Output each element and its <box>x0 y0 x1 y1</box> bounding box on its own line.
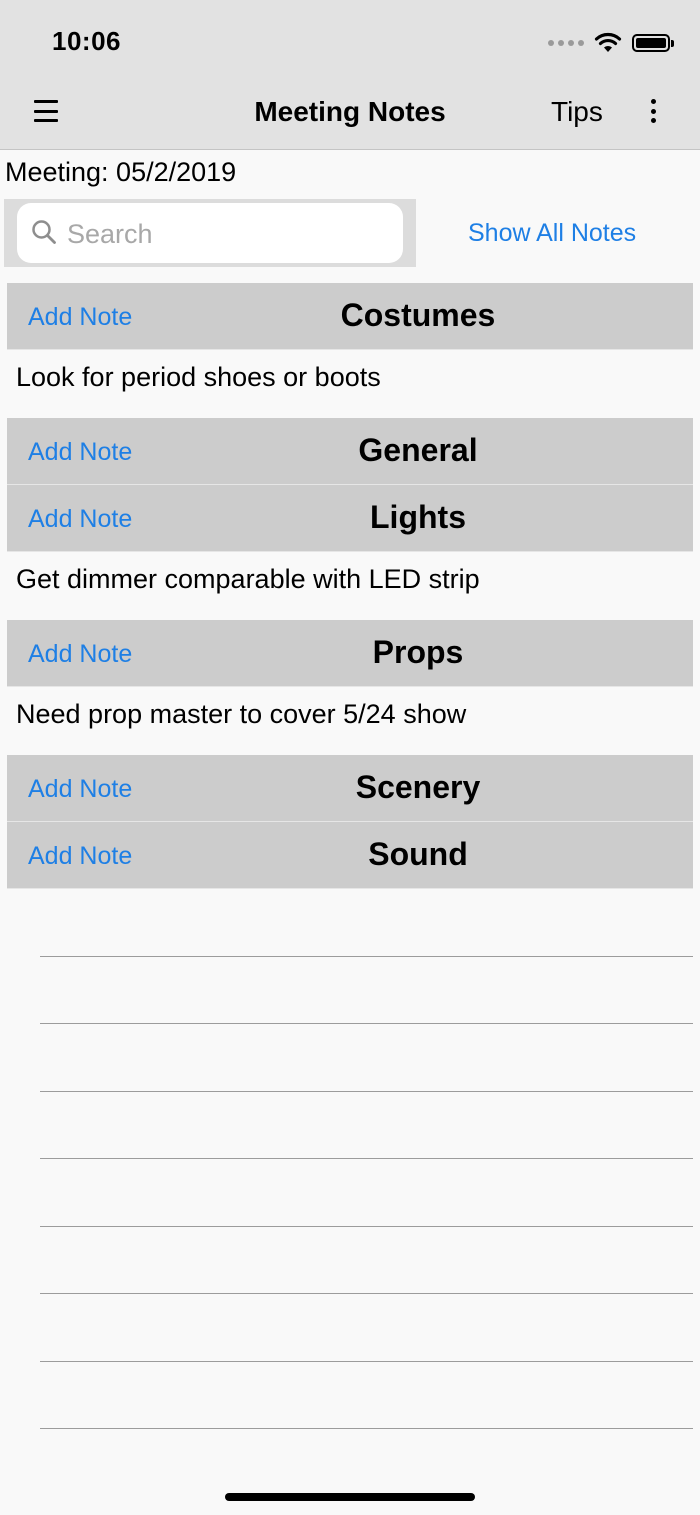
tips-button[interactable]: Tips <box>551 96 603 128</box>
empty-lines <box>40 889 693 1429</box>
show-all-notes-button[interactable]: Show All Notes <box>468 219 636 248</box>
search-bar <box>4 199 416 267</box>
search-input[interactable] <box>65 211 399 257</box>
empty-row <box>40 1024 693 1092</box>
kebab-icon[interactable] <box>651 99 657 123</box>
meeting-label: Meeting: 05/2/2019 <box>5 157 237 187</box>
section-title: Costumes <box>340 297 496 333</box>
section-header-lights: Add Note Lights <box>7 485 693 552</box>
status-bar: 10:06 <box>0 0 700 84</box>
section-title: Scenery <box>355 769 481 805</box>
empty-row <box>40 957 693 1024</box>
note-row[interactable]: Look for period shoes or boots <box>7 350 693 418</box>
section-header-costumes: Add Note Costumes <box>7 283 693 350</box>
signal-icon <box>548 40 584 46</box>
section-header-general: Add Note General <box>7 418 693 485</box>
note-text: Get dimmer comparable with LED strip <box>16 564 480 594</box>
section-title: Props <box>372 634 464 670</box>
note-text: Need prop master to cover 5/24 show <box>16 699 467 729</box>
section-title: General <box>358 432 478 468</box>
nav-bar: Meeting Notes Tips <box>0 84 700 150</box>
note-text: Look for period shoes or boots <box>16 362 381 392</box>
wifi-icon <box>594 32 622 52</box>
battery-icon <box>632 34 674 52</box>
section-header-scenery: Add Note Scenery <box>7 755 693 822</box>
section-title: Lights <box>370 499 466 535</box>
empty-row <box>40 889 693 957</box>
section-title: Sound <box>368 836 468 872</box>
status-time: 10:06 <box>52 26 121 56</box>
note-row[interactable]: Get dimmer comparable with LED strip <box>7 552 693 620</box>
empty-row <box>40 1227 693 1294</box>
home-indicator[interactable] <box>225 1493 475 1501</box>
notes-list: Add Note Costumes Look for period shoes or… <box>7 283 693 889</box>
search-icon <box>32 220 56 244</box>
section-header-props: Add Note Props <box>7 620 693 687</box>
empty-row <box>40 1159 693 1227</box>
status-icons <box>548 30 674 56</box>
note-row[interactable]: Need prop master to cover 5/24 show <box>7 687 693 755</box>
empty-row <box>40 1362 693 1429</box>
section-header-sound: Add Note Sound <box>7 822 693 889</box>
search-field[interactable] <box>17 203 403 263</box>
empty-row <box>40 1092 693 1159</box>
empty-row <box>40 1294 693 1362</box>
